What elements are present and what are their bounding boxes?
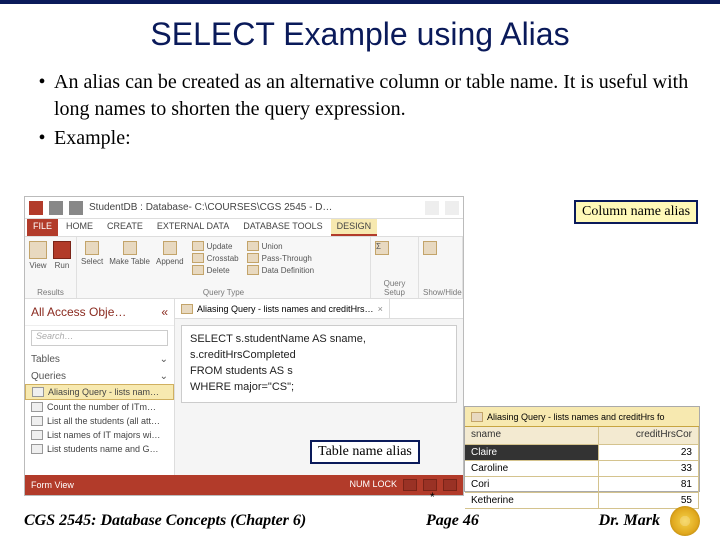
chevron-down-icon: ⌄ xyxy=(160,354,168,365)
nav-group-queries[interactable]: Queries⌄ xyxy=(25,367,174,384)
app-icon xyxy=(29,201,43,215)
nav-item[interactable]: List all the students (all att… xyxy=(25,414,174,428)
sql-line: s.creditHrsCompleted xyxy=(190,348,448,364)
ribbon-group-query-type: Query Type xyxy=(81,288,366,297)
table-row[interactable]: Claire 23 xyxy=(465,445,699,461)
ribbon-showhide-button[interactable] xyxy=(423,241,437,255)
minimize-icon[interactable] xyxy=(445,201,459,215)
result-header-row: sname creditHrsCor xyxy=(465,427,699,445)
tab-external-data[interactable]: EXTERNAL DATA xyxy=(151,219,235,236)
sql-line: SELECT s.studentName AS sname, xyxy=(190,332,448,348)
ribbon-union-button[interactable]: Union xyxy=(247,241,314,251)
ribbon-append-button[interactable]: Append xyxy=(156,241,184,266)
qat-undo-icon[interactable] xyxy=(69,201,83,215)
view-datasheet-icon[interactable] xyxy=(403,479,417,491)
query-icon xyxy=(31,430,43,440)
result-tab-label: Aliasing Query - lists names and creditH… xyxy=(487,412,665,422)
new-record-star[interactable]: * xyxy=(430,490,435,504)
cell-value: 81 xyxy=(599,477,699,493)
ribbon-update-button[interactable]: Update xyxy=(192,241,239,251)
sql-line: WHERE major="CS"; xyxy=(190,380,448,396)
bullet-dot: • xyxy=(30,125,54,152)
tab-design[interactable]: DESIGN xyxy=(331,219,378,236)
query-icon xyxy=(181,304,193,314)
nav-header[interactable]: All Access Obje… xyxy=(31,305,126,319)
navigation-pane: All Access Obje… « Search… Tables⌄ Queri… xyxy=(25,299,175,475)
tab-file[interactable]: FILE xyxy=(27,219,58,236)
ribbon-sigma-icon[interactable]: Σ xyxy=(375,241,389,255)
bullet-text: An alias can be created as an alternativ… xyxy=(54,69,690,123)
footer-course: CGS 2545: Database Concepts (Chapter 6) xyxy=(24,512,306,530)
cell-value: 23 xyxy=(599,445,699,461)
query-icon xyxy=(31,402,43,412)
result-col-credithrs[interactable]: creditHrsCor xyxy=(599,427,699,445)
ribbon-crosstab-button[interactable]: Crosstab xyxy=(192,253,239,263)
ribbon: View Run Results Select Make Table Appen… xyxy=(25,237,463,299)
bullet-list: • An alias can be created as an alternat… xyxy=(0,61,720,152)
ribbon-run-button[interactable]: Run xyxy=(53,241,71,270)
chevron-down-icon: ⌄ xyxy=(160,371,168,382)
query-icon xyxy=(32,387,44,397)
qat-save-icon[interactable] xyxy=(49,201,63,215)
nav-item[interactable]: List students name and G… xyxy=(25,442,174,456)
tab-database-tools[interactable]: DATABASE TOOLS xyxy=(237,219,328,236)
ribbon-tabs: FILE HOME CREATE EXTERNAL DATA DATABASE … xyxy=(25,219,463,237)
slide-title: SELECT Example using Alias xyxy=(0,4,720,61)
sql-editor[interactable]: SELECT s.studentName AS sname, s.creditH… xyxy=(181,325,457,403)
status-bar: Form View NUM LOCK xyxy=(25,475,463,495)
callout-table-alias: Table name alias xyxy=(310,440,420,464)
nav-collapse-icon[interactable]: « xyxy=(161,305,168,319)
document-tab[interactable]: Aliasing Query - lists names and creditH… xyxy=(175,299,390,318)
nav-search-input[interactable]: Search… xyxy=(31,330,168,346)
result-tab[interactable]: Aliasing Query - lists names and creditH… xyxy=(465,407,699,427)
help-icon[interactable] xyxy=(425,201,439,215)
tab-home[interactable]: HOME xyxy=(60,219,99,236)
cell-name: Claire xyxy=(465,445,599,461)
ribbon-passthrough-button[interactable]: Pass-Through xyxy=(247,253,314,263)
window-title: StudentDB : Database- C:\COURSES\CGS 254… xyxy=(89,202,419,213)
ribbon-make-table-button[interactable]: Make Table xyxy=(109,241,150,266)
nav-item[interactable]: Count the number of ITm… xyxy=(25,400,174,414)
table-row[interactable]: Cori 81 xyxy=(465,477,699,493)
bullet-dot: • xyxy=(30,69,54,123)
sql-line: FROM students AS s xyxy=(190,364,448,380)
footer-author: Dr. Mark xyxy=(599,512,660,530)
status-numlock: NUM LOCK xyxy=(349,479,397,491)
close-icon[interactable]: × xyxy=(378,304,383,314)
slide-footer: CGS 2545: Database Concepts (Chapter 6) … xyxy=(0,506,720,536)
ribbon-group-results: Results xyxy=(29,288,72,297)
ribbon-select-button[interactable]: Select xyxy=(81,241,103,266)
view-design-icon[interactable] xyxy=(443,479,457,491)
query-icon xyxy=(31,444,43,454)
callout-column-alias: Column name alias xyxy=(574,200,698,224)
ribbon-datadef-button[interactable]: Data Definition xyxy=(247,265,314,275)
nav-item-aliasing-query[interactable]: Aliasing Query - lists nam… xyxy=(25,384,174,400)
ribbon-group-show-hide: Show/Hide xyxy=(423,288,458,297)
bullet-item: • Example: xyxy=(30,125,690,152)
ucf-logo-icon xyxy=(670,506,700,536)
cell-value: 33 xyxy=(599,461,699,477)
cell-name: Cori xyxy=(465,477,599,493)
window-title-bar: StudentDB : Database- C:\COURSES\CGS 254… xyxy=(25,197,463,219)
cell-name: Caroline xyxy=(465,461,599,477)
document-tab-label: Aliasing Query - lists names and creditH… xyxy=(197,304,374,314)
result-col-sname[interactable]: sname xyxy=(465,427,599,445)
bullet-text: Example: xyxy=(54,125,690,152)
nav-group-tables[interactable]: Tables⌄ xyxy=(25,350,174,367)
query-icon xyxy=(471,412,483,422)
query-icon xyxy=(31,416,43,426)
table-row[interactable]: Caroline 33 xyxy=(465,461,699,477)
status-view-mode: Form View xyxy=(31,480,74,490)
ribbon-group-query-setup: Query Setup xyxy=(375,279,414,297)
nav-item[interactable]: List names of IT majors wi… xyxy=(25,428,174,442)
footer-page: Page 46 xyxy=(426,512,479,530)
ribbon-view-button[interactable]: View xyxy=(29,241,47,270)
bullet-item: • An alias can be created as an alternat… xyxy=(30,69,690,123)
tab-create[interactable]: CREATE xyxy=(101,219,149,236)
result-datasheet: Aliasing Query - lists names and creditH… xyxy=(464,406,700,492)
ribbon-delete-button[interactable]: Delete xyxy=(192,265,239,275)
